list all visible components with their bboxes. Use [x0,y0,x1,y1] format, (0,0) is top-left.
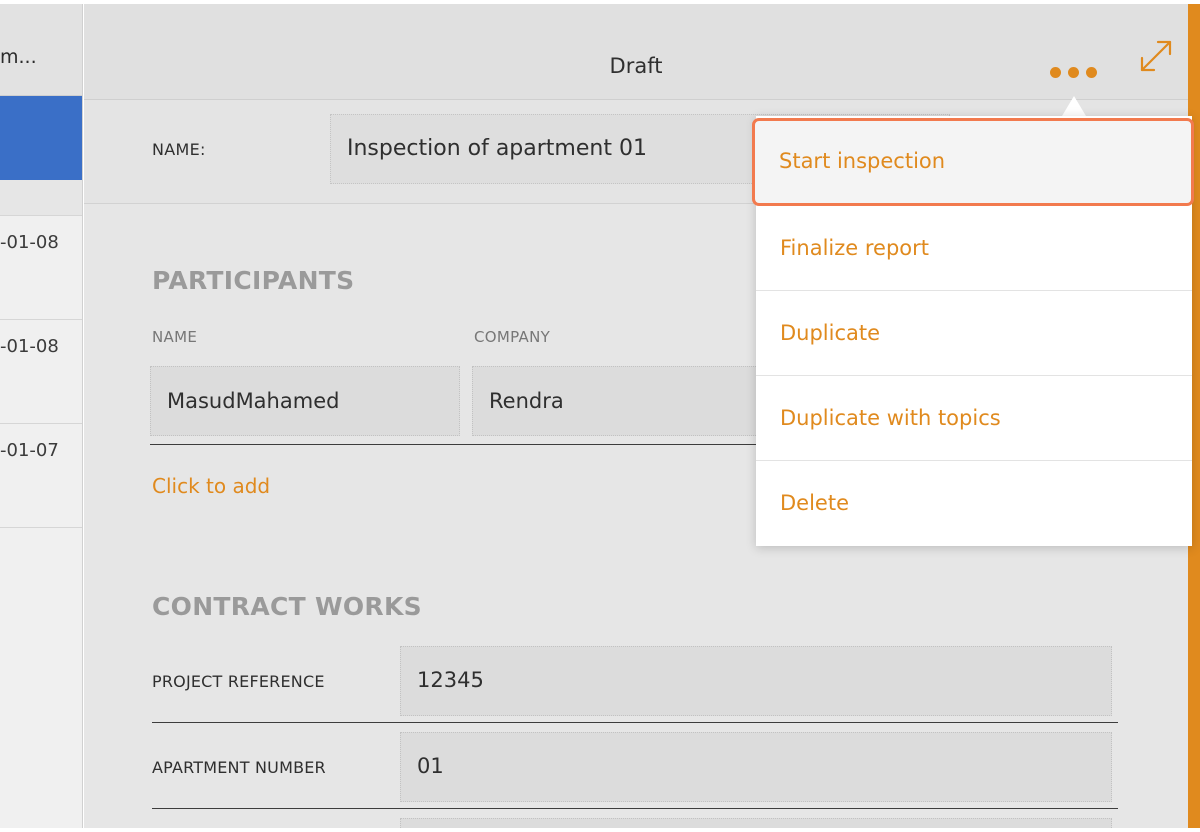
report-actions-menu: Start inspection Finalize report Duplica… [752,116,1194,546]
menu-item-delete[interactable]: Delete [756,461,1192,546]
report-list-item-date: -01-08 [0,336,59,357]
field-divider [152,722,1118,723]
report-list-header: m... [0,4,82,96]
report-list-item[interactable]: -01-07 [0,424,82,528]
apartment-number-label: APARTMENT NUMBER [152,758,326,777]
report-list-item-date: -01-08 [0,232,59,253]
report-list-item-date: -01-07 [0,440,59,461]
more-horizontal-icon [1050,66,1061,78]
more-options-button[interactable] [1050,62,1102,82]
report-list-item[interactable]: -01-08 [0,320,82,424]
participants-section-title: PARTICIPANTS [152,266,355,295]
more-horizontal-icon [1086,66,1097,78]
report-list-subheader [0,180,82,216]
expand-icon [1140,40,1172,72]
menu-caret [1062,96,1086,116]
participant-name-cell[interactable]: MasudMahamed [150,366,460,436]
participants-row-divider [150,444,790,445]
report-list-panel: m... -01-08 -01-08 -01-07 [0,4,83,828]
name-label: NAME: [152,140,206,159]
field-divider [152,808,1118,809]
expand-button[interactable] [1138,38,1174,74]
project-reference-label: PROJECT REFERENCE [152,672,325,691]
participants-company-column-label: COMPANY [474,328,551,346]
participant-company-cell[interactable]: Rendra [472,366,772,436]
next-field-input[interactable] [400,818,1112,828]
app-frame: m... -01-08 -01-08 -01-07 Draft NAME: In… [0,0,1200,832]
menu-item-start-inspection[interactable]: Start inspection [752,118,1194,206]
apartment-number-input[interactable]: 01 [400,732,1112,802]
menu-item-finalize-report[interactable]: Finalize report [756,206,1192,291]
more-horizontal-icon [1068,66,1079,78]
project-reference-input[interactable]: 12345 [400,646,1112,716]
detail-header: Draft [84,4,1188,100]
participants-name-column-label: NAME [152,328,198,346]
report-status-title: Draft [609,54,663,78]
menu-item-duplicate-with-topics[interactable]: Duplicate with topics [756,376,1192,461]
contract-works-section-title: CONTRACT WORKS [152,592,422,621]
menu-item-duplicate[interactable]: Duplicate [756,291,1192,376]
add-participant-link[interactable]: Click to add [152,474,270,498]
report-list-item[interactable]: -01-08 [0,216,82,320]
